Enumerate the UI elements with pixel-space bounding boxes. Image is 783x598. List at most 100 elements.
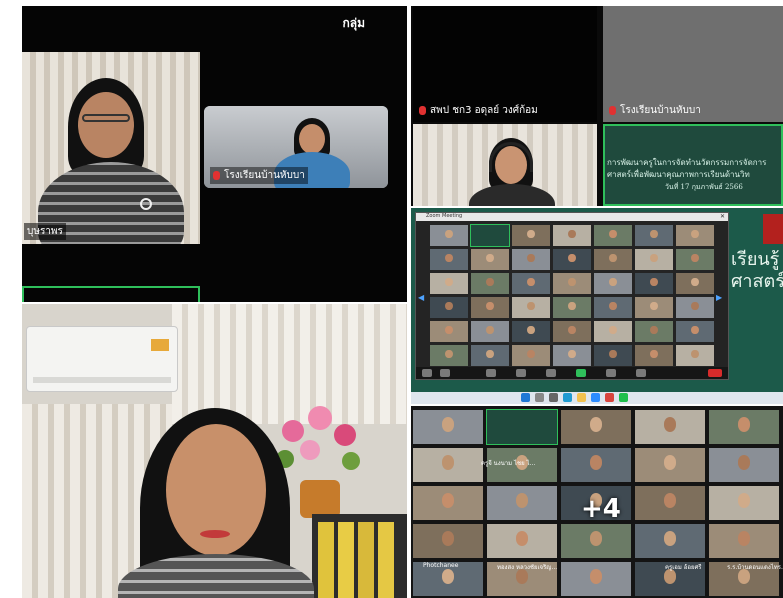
participant-video-tile[interactable] [635, 448, 705, 482]
participant-face [527, 229, 535, 239]
zoom-window[interactable]: Zoom Meeting ✕ ◀ ▶ [415, 212, 729, 380]
participant-face [650, 349, 658, 359]
reactions-icon[interactable] [636, 369, 646, 377]
participant-video-tile[interactable] [594, 225, 632, 246]
chrome-icon[interactable] [605, 393, 614, 402]
participant-video-tile[interactable] [512, 321, 550, 342]
participant-video-tile[interactable] [635, 273, 673, 294]
participant-video-tile[interactable] [709, 524, 779, 558]
speaker-inset-name: โรงเรียนบ้านหับบา [210, 167, 308, 184]
search-icon[interactable] [535, 393, 544, 402]
record-icon[interactable] [606, 369, 616, 377]
participant-video-tile[interactable] [413, 410, 483, 444]
participant-video-tile[interactable] [635, 410, 705, 444]
participant-video-tile[interactable] [553, 225, 591, 246]
participant-tile-grey[interactable]: โรงเรียนบ้านหับบา [603, 6, 783, 122]
participant-video-tile[interactable] [594, 297, 632, 318]
participant-video-tile[interactable] [471, 273, 509, 294]
participant-video-tile[interactable] [470, 224, 510, 247]
participant-video-tile[interactable] [471, 345, 509, 366]
more-photos-count[interactable]: +4 [581, 494, 621, 524]
participant-video-tile[interactable] [512, 225, 550, 246]
participant-video-tile[interactable] [676, 273, 714, 294]
participant-video-tile[interactable] [676, 225, 714, 246]
participant-face [527, 349, 535, 359]
taskview-icon[interactable] [549, 393, 558, 402]
participant-video-tile[interactable] [561, 562, 631, 596]
participant-video-tile[interactable] [430, 321, 468, 342]
participant-video-tile[interactable] [709, 448, 779, 482]
participant-video-tile[interactable] [709, 410, 779, 444]
participant-video-tile[interactable] [487, 486, 557, 520]
end-meeting-button[interactable] [708, 369, 722, 377]
participant-video-tile[interactable] [413, 524, 483, 558]
participant-video-tile[interactable] [561, 410, 631, 444]
participant-video-tile[interactable] [561, 448, 631, 482]
participant-video-tile[interactable] [635, 524, 705, 558]
gallery-prev-icon[interactable]: ◀ [418, 293, 424, 302]
chat-icon[interactable] [546, 369, 556, 377]
participant-video-tile[interactable] [512, 273, 550, 294]
window-close-icon[interactable]: ✕ [720, 213, 725, 220]
participant-video-tile[interactable] [676, 297, 714, 318]
participant-video-tile[interactable] [553, 321, 591, 342]
participant-video-tile[interactable] [553, 273, 591, 294]
top-right-zoom-panel: สพป ชก3 อดุลย์ วงศ์ก้อม โรงเรียนบ้านหับบ… [411, 6, 783, 206]
participant-video-tile[interactable] [635, 297, 673, 318]
brooch-icon [140, 198, 152, 210]
participant-video-tile[interactable] [430, 249, 468, 270]
line-app-icon[interactable] [619, 393, 628, 402]
start-icon[interactable] [521, 393, 530, 402]
participant-video-tile[interactable] [594, 345, 632, 366]
participant-video-tile[interactable] [430, 345, 468, 366]
participant-video-tile[interactable] [512, 297, 550, 318]
participant-video-tile[interactable] [553, 297, 591, 318]
participant-video-tile[interactable] [430, 225, 468, 246]
participant-video-tile[interactable] [512, 345, 550, 366]
participant-headset-video[interactable] [413, 124, 597, 206]
participant-video-tile[interactable] [471, 297, 509, 318]
participant-video-tile[interactable] [430, 273, 468, 294]
participant-video-tile[interactable] [635, 225, 673, 246]
participant-video-tile[interactable] [471, 249, 509, 270]
top-left-zoom-panel: กลุ่ม บุษราพร โรงเรียนบ้านหับบา [22, 6, 407, 302]
participant-video-tile[interactable] [430, 297, 468, 318]
participant-video-tile[interactable] [471, 321, 509, 342]
group-view-label[interactable]: กลุ่ม [342, 14, 365, 33]
participant-video-tile[interactable] [676, 321, 714, 342]
participant-video-tile[interactable] [413, 486, 483, 520]
participant-video-tile[interactable] [635, 321, 673, 342]
edge-icon[interactable] [563, 393, 572, 402]
shared-slide-tile[interactable]: การพัฒนาครูในการจัดทำนวัตกรรมการจัดการ ศ… [603, 124, 783, 206]
participant-video-tile[interactable] [635, 249, 673, 270]
zoom-app-icon[interactable] [591, 393, 600, 402]
participant-video-tile[interactable] [594, 273, 632, 294]
participant-video-tile[interactable] [594, 321, 632, 342]
security-icon[interactable] [486, 369, 496, 377]
gallery-next-icon[interactable]: ▶ [716, 293, 722, 302]
participant-video-tile[interactable] [561, 524, 631, 558]
participant-video-tile[interactable] [487, 524, 557, 558]
participant-video-tile[interactable] [709, 486, 779, 520]
speaker-video-inset[interactable]: โรงเรียนบ้านหับบา [204, 106, 388, 188]
participant-video-tile[interactable] [413, 448, 483, 482]
participant-video-tile[interactable] [486, 409, 558, 445]
participant-video-tile[interactable] [594, 249, 632, 270]
active-speaker-tile[interactable] [22, 286, 200, 302]
participant-tile-black[interactable]: สพป ชก3 อดุลย์ วงศ์ก้อม [413, 6, 597, 122]
speaker-video-main[interactable]: บุษราพร [22, 52, 200, 244]
participant-video-tile[interactable] [512, 249, 550, 270]
participant-face [609, 325, 617, 335]
participant-video-tile[interactable] [553, 345, 591, 366]
participant-video-tile[interactable] [676, 345, 714, 366]
mute-icon[interactable] [422, 369, 432, 377]
participant-video-tile[interactable] [635, 345, 673, 366]
participant-video-tile[interactable] [676, 249, 714, 270]
share-screen-icon[interactable] [576, 369, 586, 377]
participant-video-tile[interactable] [553, 249, 591, 270]
participants-icon[interactable] [516, 369, 526, 377]
video-icon[interactable] [440, 369, 450, 377]
explorer-icon[interactable] [577, 393, 586, 402]
participant-face [663, 417, 677, 432]
participant-video-tile[interactable] [635, 486, 705, 520]
